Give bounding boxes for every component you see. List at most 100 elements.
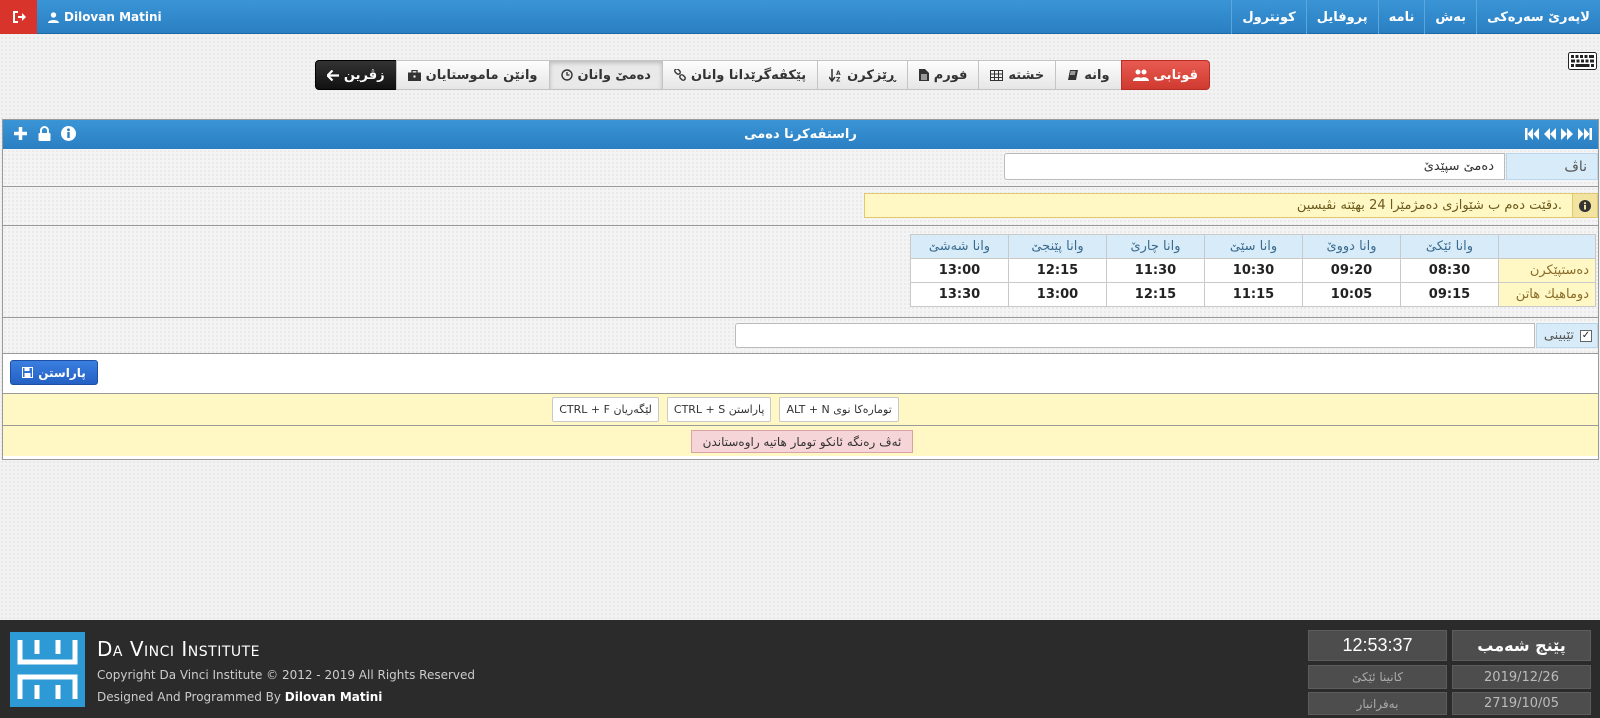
time-cell[interactable]: 11:15	[1204, 282, 1303, 307]
name-label: ناڤ	[1506, 153, 1598, 180]
nav-section[interactable]: بەش	[1424, 0, 1476, 34]
record-navigation	[1525, 128, 1592, 140]
tab-label: دەمێ وانان	[577, 67, 651, 83]
copyright-text: Copyright Da Vinci Institute © 2012 - 20…	[97, 668, 476, 682]
clock-icon	[560, 69, 573, 81]
time-cell[interactable]: 13:30	[910, 282, 1009, 307]
note-label-group: تێبینی ✓	[1536, 323, 1598, 348]
table-header-row: وانا ئێکێ وانا دووێ وانا سێێ وانا چارێ و…	[910, 234, 1596, 259]
time-cell[interactable]: 08:30	[1400, 258, 1499, 283]
tab-lesson-times[interactable]: دەمێ وانان	[548, 60, 663, 90]
shortcut-keys: CTRL + S	[673, 403, 726, 416]
time-cell[interactable]: 13:00	[910, 258, 1009, 283]
user-icon	[48, 11, 59, 23]
info-circle-icon[interactable]	[61, 126, 76, 141]
panel-title: راستڤەکرنا دەمی	[744, 127, 857, 142]
time-cell[interactable]: 13:00	[1008, 282, 1107, 307]
time-cell[interactable]: 10:05	[1302, 282, 1401, 307]
shortcut-action: پاراستن	[728, 403, 765, 416]
time-cell[interactable]: 09:20	[1302, 258, 1401, 283]
first-record-icon[interactable]	[1525, 128, 1539, 140]
time-cell[interactable]: 12:15	[1106, 282, 1205, 307]
weekday: پێنج شەمب	[1452, 630, 1591, 661]
name-row: ناڤ	[3, 149, 1598, 187]
tab-teacher-lessons[interactable]: وانێن ماموستایان	[395, 60, 550, 90]
next-record-icon[interactable]	[1561, 128, 1573, 140]
name-input[interactable]	[1004, 153, 1505, 180]
shortcut-action: لێگەریان	[613, 403, 652, 416]
top-nav: لاپەرێ سەرەکی بەش نامە پروفایل کونترول	[1231, 0, 1600, 34]
column-header: وانا ئێکێ	[1400, 234, 1499, 259]
tab-timetable[interactable]: خشتە	[978, 60, 1057, 90]
column-header: وانا سێێ	[1204, 234, 1303, 259]
shortcut-keys: CTRL + F	[559, 403, 610, 416]
nav-messages[interactable]: نامە	[1377, 0, 1425, 34]
time-cell[interactable]: 10:30	[1204, 258, 1303, 283]
arrow-left-icon	[326, 69, 339, 81]
designer-name: Dilovan Matini	[284, 690, 383, 704]
clock: 12:53:37	[1308, 630, 1447, 661]
info-text: دقێت دەم ب شێوازی دەمژمێرا 24 بهێتە نڤیس…	[1296, 198, 1562, 213]
footer: Da Vinci Institute Copyright Da Vinci In…	[0, 620, 1600, 718]
current-user[interactable]: Dilovan Matini	[48, 0, 162, 34]
shortcut-save[interactable]: پاراستن CTRL + S	[666, 397, 772, 422]
sort-icon: AZ	[829, 68, 841, 82]
tab-form[interactable]: فورم	[906, 60, 980, 90]
institute-name: Da Vinci Institute	[97, 637, 261, 661]
note-input[interactable]	[735, 323, 1535, 348]
info-icon	[1572, 194, 1597, 217]
shortcuts-row: تومارەکا نوی ALT + N پاراستن CTRL + S لێ…	[3, 394, 1598, 426]
column-header: وانا چارێ	[1106, 234, 1205, 259]
shortcut-new[interactable]: تومارەکا نوی ALT + N	[779, 397, 899, 422]
table-corner	[1498, 234, 1596, 259]
svg-text:Z: Z	[836, 76, 841, 82]
kurdish-date: 2719/10/05	[1452, 692, 1591, 715]
keyboard-icon[interactable]	[1568, 52, 1597, 70]
schedule-row: وانا ئێکێ وانا دووێ وانا سێێ وانا چارێ و…	[3, 226, 1598, 318]
last-record-icon[interactable]	[1578, 128, 1592, 140]
lesson-times-table: وانا ئێکێ وانا دووێ وانا سێێ وانا چارێ و…	[910, 234, 1596, 307]
tab-students[interactable]: قوتابی	[1120, 60, 1210, 90]
floppy-disk-icon	[22, 367, 34, 378]
save-button[interactable]: پاراستن	[10, 360, 98, 385]
info-alert: دقێت دەم ب شێوازی دەمژمێرا 24 بهێتە نڤیس…	[864, 193, 1598, 218]
sign-out-icon	[12, 11, 26, 23]
table-row: دەستپێکرن 08:30 09:20 10:30 11:30 12:15 …	[910, 258, 1596, 283]
plus-icon[interactable]	[13, 126, 28, 141]
tab-sorting[interactable]: AZ ڕێزکرن	[817, 60, 908, 90]
nav-home[interactable]: لاپەرێ سەرەکی	[1476, 0, 1600, 34]
time-cell[interactable]: 11:30	[1106, 258, 1205, 283]
panel-actions	[13, 126, 76, 141]
shortcut-search[interactable]: لێگەریان CTRL + F	[552, 397, 659, 422]
gregorian-date: 2019/12/26	[1452, 665, 1591, 689]
info-row: دقێت دەم ب شێوازی دەمژمێرا 24 بهێتە نڤیس…	[3, 187, 1598, 226]
nav-profile[interactable]: پروفایل	[1305, 0, 1378, 34]
lock-icon[interactable]	[38, 126, 51, 141]
save-label: پاراستن	[38, 365, 86, 380]
link-icon	[674, 69, 686, 81]
tab-lesson-links[interactable]: پێکڤەگرێدانا وانان	[661, 60, 819, 90]
legend-row: ئەڤ رەنگە ئانکو تومار هاتیە راوەستاندن	[3, 426, 1598, 456]
tab-label: خشتە	[1008, 67, 1045, 83]
row-label: دەستپێکرن	[1498, 258, 1596, 283]
user-name: Dilovan Matini	[64, 10, 162, 24]
institute-logo	[10, 632, 85, 707]
note-checkbox[interactable]: ✓	[1580, 329, 1592, 342]
briefcase-icon	[407, 69, 421, 81]
save-row: پاراستن	[3, 354, 1598, 394]
time-cell[interactable]: 12:15	[1008, 258, 1107, 283]
note-label: تێبینی	[1543, 328, 1574, 343]
time-cell[interactable]: 09:15	[1400, 282, 1499, 307]
designer-prefix: Designed And Programmed By	[97, 690, 281, 704]
nav-control[interactable]: کونترول	[1231, 0, 1305, 34]
shortcut-action: تومارەکا نوی	[833, 403, 892, 416]
previous-record-icon[interactable]	[1544, 128, 1556, 140]
tab-back[interactable]: زڤرین	[314, 60, 397, 90]
tab-label: وانە	[1084, 67, 1110, 83]
stopped-record-legend: ئەڤ رەنگە ئانکو تومار هاتیە راوەستاندن	[691, 430, 913, 453]
column-header: وانا شەشێ	[910, 234, 1009, 259]
module-tabs: قوتابی وانە خشتە فورم AZ ڕێزکرن پێکڤەگرێ…	[314, 60, 1210, 90]
tab-lessons[interactable]: وانە	[1055, 60, 1122, 90]
logout-button[interactable]	[0, 0, 37, 34]
top-navbar: Dilovan Matini لاپەرێ سەرەکی بەش نامە پر…	[0, 0, 1600, 34]
